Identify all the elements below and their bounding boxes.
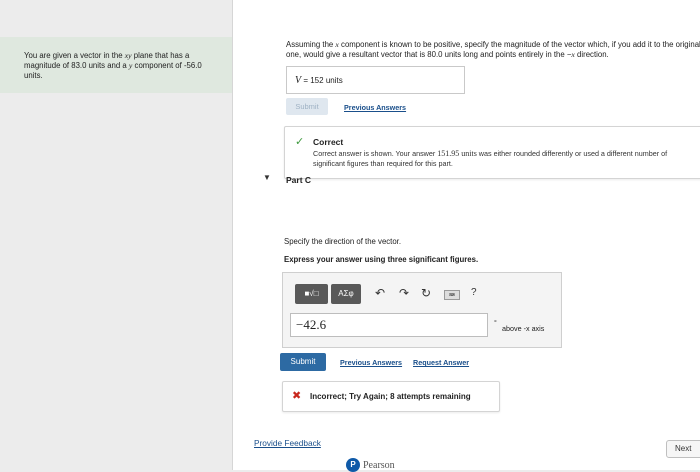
incorrect-message: Incorrect; Try Again; 8 attempts remaini… xyxy=(310,392,471,401)
collapse-arrow-icon[interactable]: ▼ xyxy=(263,173,271,182)
pearson-brand: Pearson xyxy=(363,460,395,471)
reset-icon[interactable]: ↻ xyxy=(421,287,431,299)
answer-equals: = xyxy=(301,76,311,85)
part-b-answer-box: V = 152 units xyxy=(286,66,465,94)
answer-units: units xyxy=(325,76,343,85)
part-c-previous-answers-link[interactable]: Previous Answers xyxy=(340,358,402,367)
feedback-message-start: Correct answer is shown. Your answer xyxy=(313,149,438,158)
checkmark-icon: ✓ xyxy=(295,136,305,148)
part-b-previous-answers-link[interactable]: Previous Answers xyxy=(344,103,406,112)
help-icon[interactable]: ? xyxy=(471,287,477,299)
next-button[interactable]: Next xyxy=(666,440,700,458)
problem-var-xy: xy xyxy=(124,51,132,60)
answer-value: 152 xyxy=(310,76,324,85)
feedback-message: Correct answer is shown. Your answer 151… xyxy=(313,149,698,168)
provide-feedback-link[interactable]: Provide Feedback xyxy=(254,438,321,448)
redo-icon[interactable]: ↷ xyxy=(399,287,409,299)
part-b-prompt-text-1: Assuming the xyxy=(286,40,336,49)
main-content: Assuming the x component is known to be … xyxy=(232,0,700,472)
undo-icon[interactable]: ↶ xyxy=(375,287,385,299)
part-c-submit-button[interactable]: Submit xyxy=(280,353,326,371)
part-b-prompt-text-2: component is known to be positive, speci… xyxy=(286,40,700,59)
feedback-message-value: 151.95 units xyxy=(437,149,477,158)
problem-text-1: You are given a vector in the xyxy=(24,51,125,60)
panel-divider xyxy=(232,0,233,470)
greek-symbols-button[interactable]: ΑΣφ xyxy=(331,284,361,304)
direction-answer-input[interactable]: −42.6 xyxy=(290,313,488,337)
part-b-feedback-correct: ✓ Correct Correct answer is shown. Your … xyxy=(284,126,700,179)
request-answer-link[interactable]: Request Answer xyxy=(413,358,469,367)
templates-button[interactable]: ■√□ xyxy=(295,284,328,304)
part-c-instruction: Specify the direction of the vector. xyxy=(284,237,402,246)
problem-statement-panel: You are given a vector in the xy plane t… xyxy=(0,37,232,93)
degree-symbol: ° xyxy=(494,320,497,327)
part-b-prompt-text-3: direction. xyxy=(574,50,609,59)
part-c-feedback-incorrect: ✖ Incorrect; Try Again; 8 attempts remai… xyxy=(282,381,500,412)
keyboard-icon[interactable]: ⌨ xyxy=(444,290,460,300)
part-c-title[interactable]: Part C xyxy=(286,175,311,185)
x-mark-icon: ✖ xyxy=(292,390,302,402)
part-c-sigfig-instruction: Express your answer using three signific… xyxy=(284,255,479,264)
feedback-title: Correct xyxy=(313,137,344,147)
unit-label: above -x axis xyxy=(502,324,545,333)
part-b-prompt: Assuming the x component is known to be … xyxy=(286,40,700,60)
part-b-submit-button[interactable]: Submit xyxy=(286,98,328,115)
